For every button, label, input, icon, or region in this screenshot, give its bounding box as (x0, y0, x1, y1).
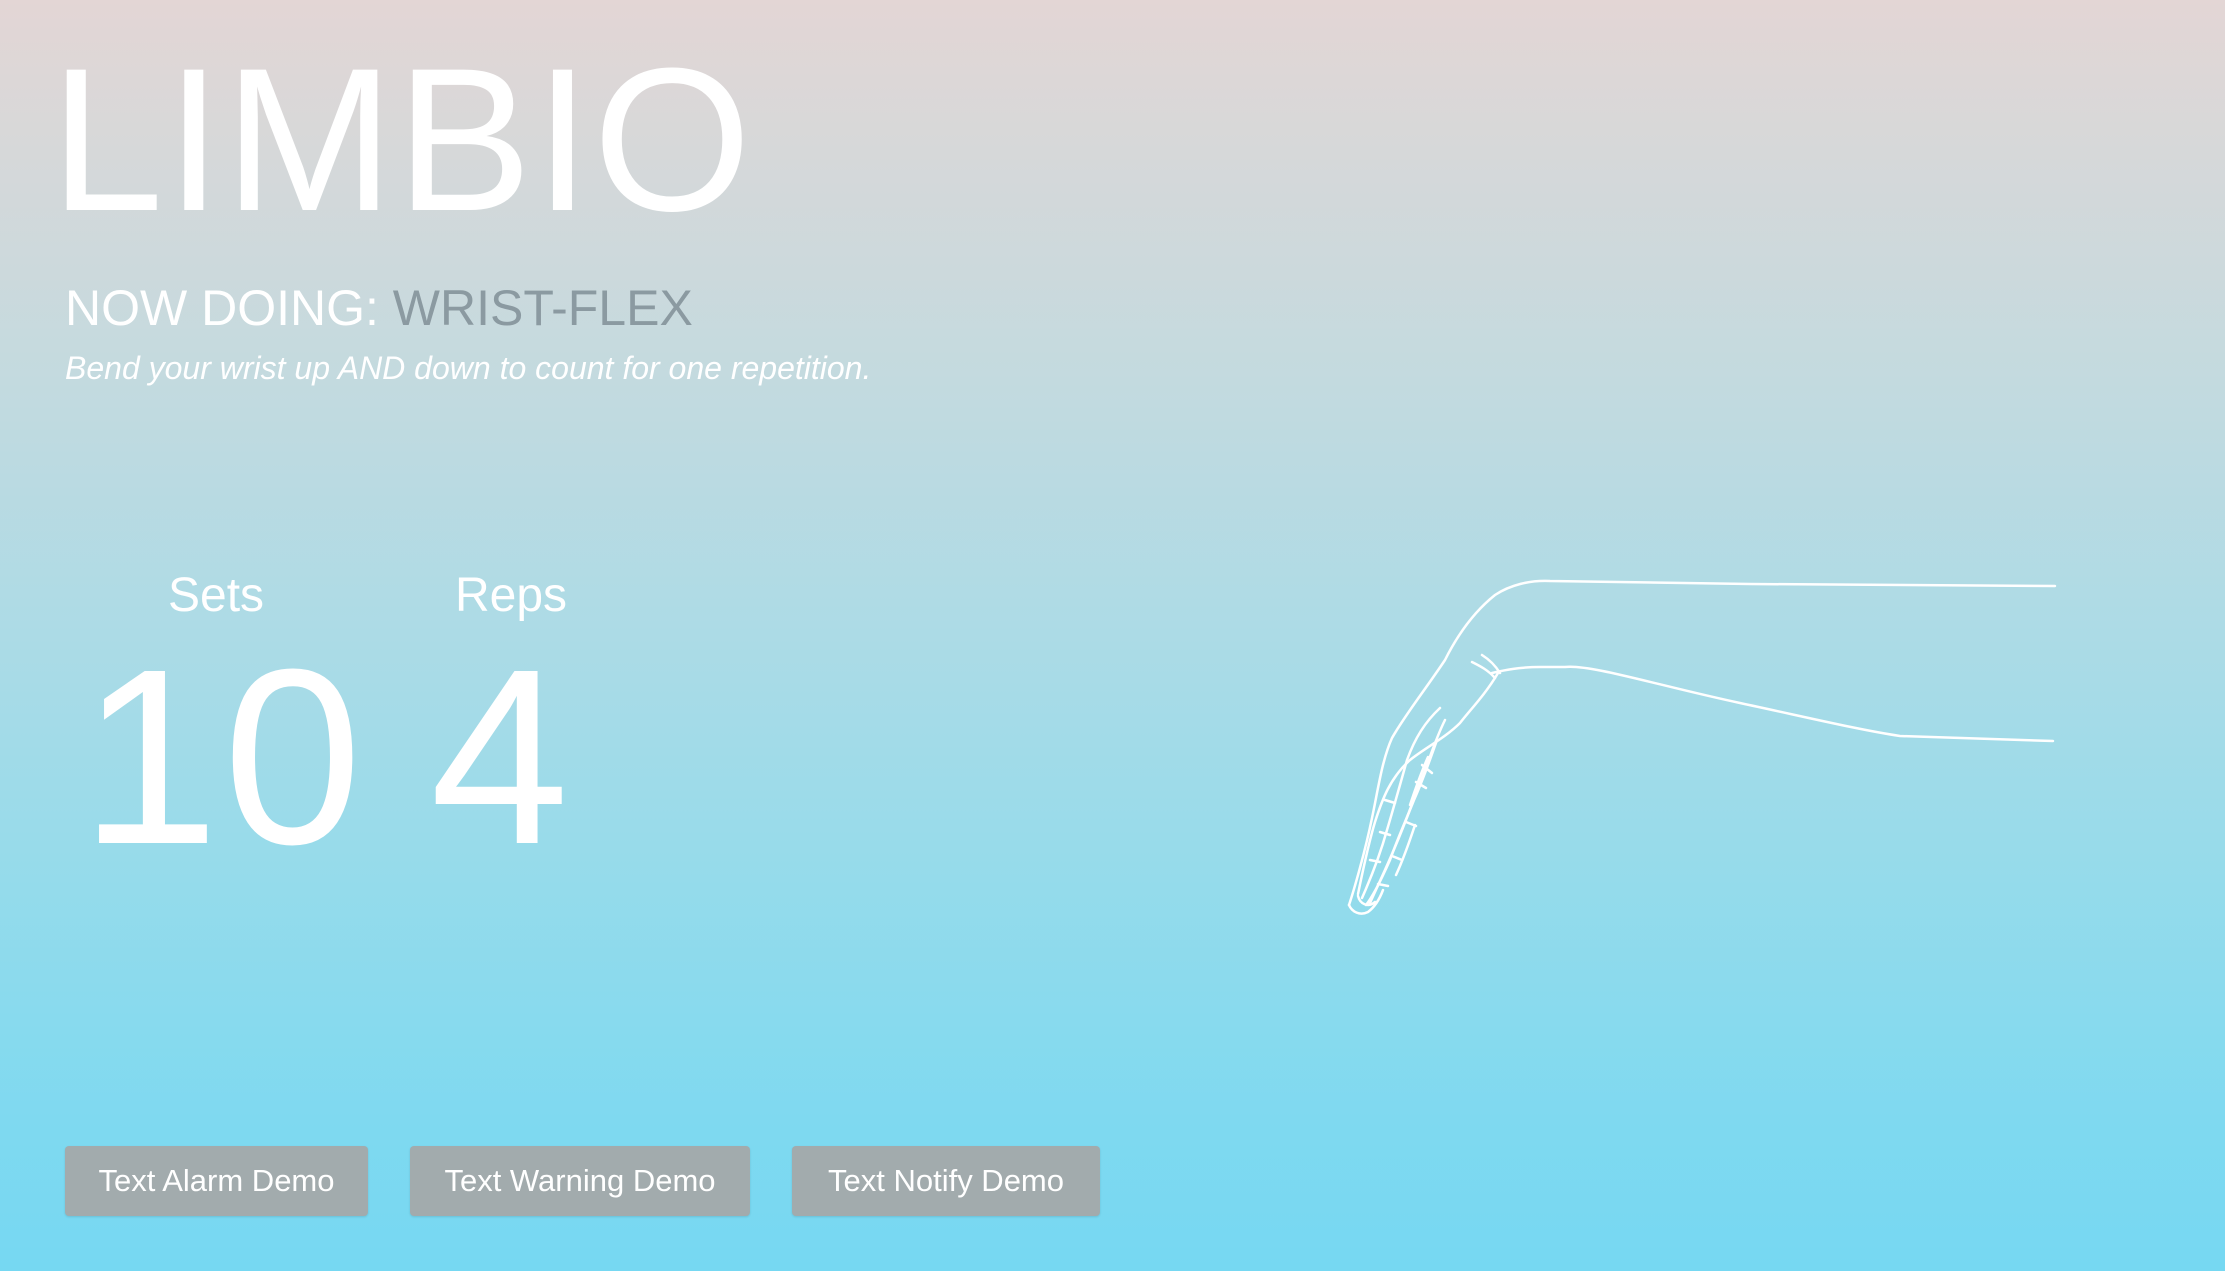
now-doing-heading: NOW DOING: WRIST-FLEX (65, 283, 693, 333)
sets-count: 10 (80, 617, 367, 896)
app-title: LIMBIO (50, 26, 754, 254)
reps-count: 4 (430, 617, 570, 896)
text-warning-demo-button[interactable]: Text Warning Demo (410, 1146, 750, 1216)
sets-label: Sets (168, 569, 265, 622)
reps-label: Reps (455, 569, 568, 622)
exercise-instruction: Bend your wrist up AND down to count for… (65, 350, 872, 386)
exercise-name: WRIST-FLEX (392, 280, 693, 336)
now-doing-prefix: NOW DOING: (65, 280, 379, 336)
text-notify-demo-button[interactable]: Text Notify Demo (792, 1146, 1100, 1216)
wrist-flex-hand-icon (1347, 579, 2057, 915)
text-alarm-demo-button[interactable]: Text Alarm Demo (65, 1146, 368, 1216)
